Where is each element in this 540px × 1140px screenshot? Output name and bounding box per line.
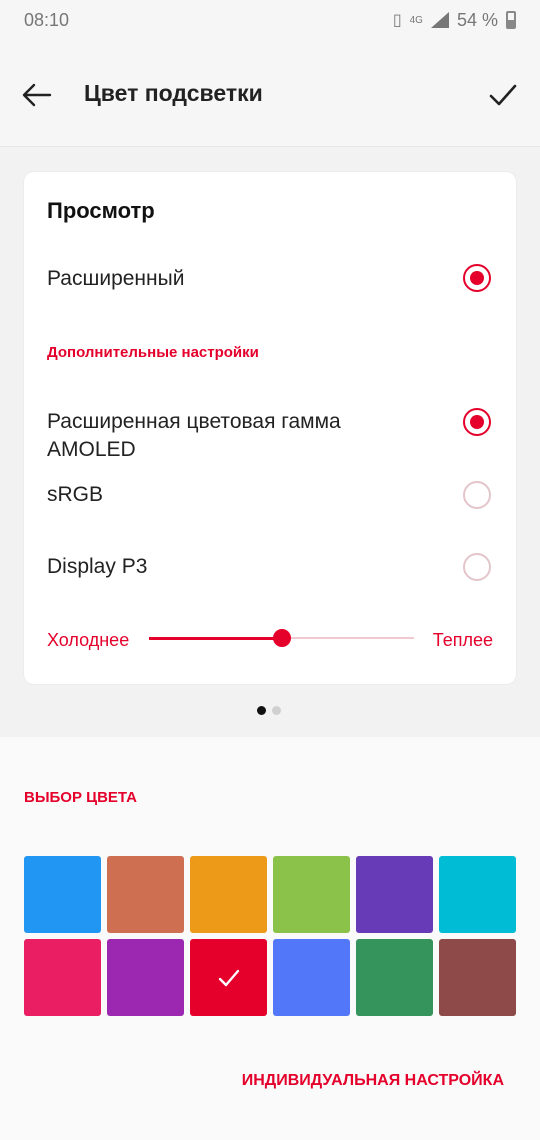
network-type-label: 4G bbox=[409, 14, 423, 26]
option-amoled-label: Расширенная цветовая гамма AMOLED bbox=[47, 410, 341, 460]
option-amoled-radio[interactable] bbox=[463, 408, 491, 436]
advanced-settings-heading: Дополнительные настройки bbox=[47, 344, 259, 361]
option-srgb-label: sRGB bbox=[47, 483, 104, 506]
status-time: 08:10 bbox=[24, 9, 70, 30]
page-indicator bbox=[257, 706, 281, 715]
color-swatch[interactable] bbox=[24, 939, 101, 1016]
option-p3-label: Display P3 bbox=[47, 555, 148, 578]
color-choice-title: ВЫБОР ЦВЕТА bbox=[24, 789, 137, 806]
color-swatch[interactable] bbox=[356, 856, 433, 933]
check-icon bbox=[489, 84, 517, 106]
option-srgb-radio[interactable] bbox=[463, 481, 491, 509]
temperature-slider-thumb[interactable] bbox=[272, 629, 291, 647]
signal-icon bbox=[430, 12, 449, 28]
color-swatch[interactable] bbox=[356, 939, 433, 1016]
battery-icon bbox=[506, 11, 516, 29]
mode-extended-radio[interactable] bbox=[463, 264, 491, 292]
confirm-button[interactable] bbox=[486, 78, 520, 112]
color-swatch[interactable] bbox=[107, 939, 184, 1016]
arrow-left-icon bbox=[22, 83, 52, 107]
color-swatch[interactable] bbox=[190, 856, 267, 933]
check-icon bbox=[218, 969, 240, 987]
color-swatch[interactable] bbox=[273, 856, 350, 933]
status-bar: 08:10 ▯ 4G 54 % bbox=[0, 0, 540, 40]
color-swatch[interactable] bbox=[273, 939, 350, 1016]
temperature-slider-fill bbox=[149, 637, 282, 640]
color-swatch[interactable] bbox=[439, 856, 516, 933]
slider-warmer-label: Теплее bbox=[432, 630, 493, 650]
vibrate-icon: ▯ bbox=[392, 12, 402, 29]
color-swatch-grid bbox=[24, 856, 517, 1016]
page-title: Цвет подсветки bbox=[84, 80, 263, 106]
custom-settings-button[interactable]: ИНДИВИДУАЛЬНАЯ НАСТРОЙКА bbox=[242, 1072, 504, 1090]
mode-label-extended: Расширенный bbox=[47, 267, 185, 290]
page-dot bbox=[257, 706, 266, 715]
back-button[interactable] bbox=[20, 78, 54, 112]
status-icons: ▯ 4G 54 % bbox=[393, 10, 516, 31]
color-swatch[interactable] bbox=[439, 939, 516, 1016]
color-swatch[interactable] bbox=[107, 856, 184, 933]
slider-cooler-label: Холоднее bbox=[47, 630, 130, 650]
preview-card: Просмотр Расширенный Дополнительные наст… bbox=[24, 172, 516, 684]
option-p3-radio[interactable] bbox=[463, 553, 491, 581]
color-swatch[interactable] bbox=[24, 856, 101, 933]
app-bar: Цвет подсветки bbox=[0, 50, 540, 142]
page-dot bbox=[272, 706, 281, 715]
preview-title: Просмотр bbox=[47, 198, 155, 223]
color-swatch[interactable] bbox=[190, 939, 267, 1016]
battery-percentage: 54 % bbox=[456, 9, 498, 30]
